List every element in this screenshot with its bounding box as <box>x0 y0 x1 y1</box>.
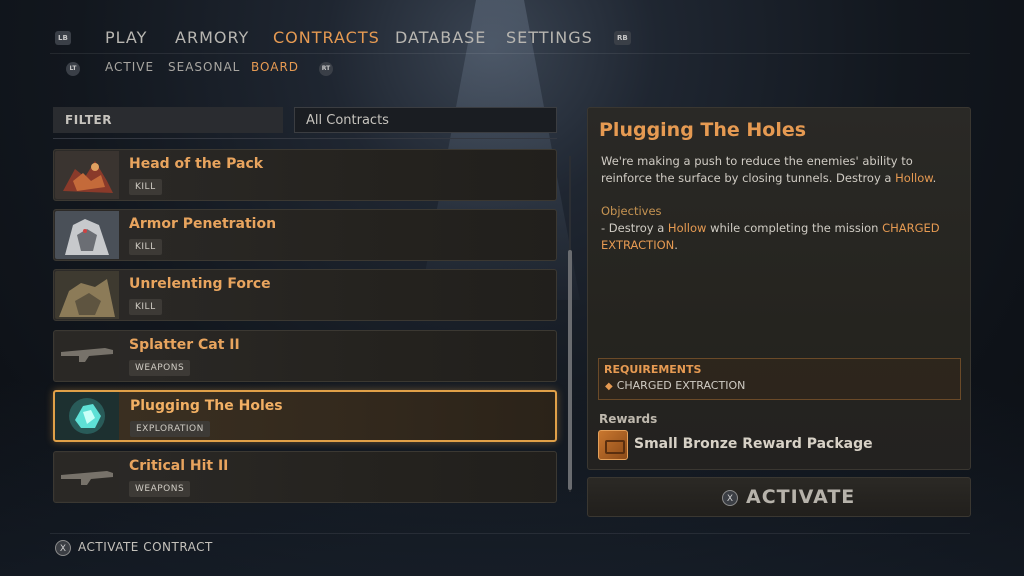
contract-row-splatter-cat-ii[interactable]: Splatter Cat II WEAPONS <box>53 330 557 382</box>
diamond-icon: ◆ <box>605 381 613 392</box>
sub-nav: LT ACTIVE SEASONAL BOARD RT <box>0 58 1024 78</box>
objective-text-end: . <box>674 238 678 252</box>
rt-trigger-icon[interactable]: RT <box>319 62 333 76</box>
x-button-icon: X <box>722 490 738 506</box>
contract-row-critical-hit-ii[interactable]: Critical Hit II WEAPONS <box>53 451 557 503</box>
contract-title: Armor Penetration <box>129 216 277 232</box>
subtab-seasonal[interactable]: SEASONAL <box>168 60 240 74</box>
requirement-label: CHARGED EXTRACTION <box>616 379 746 392</box>
lb-bumper-icon[interactable]: LB <box>55 31 71 45</box>
objectives-text: - Destroy a Hollow while completing the … <box>601 220 961 254</box>
contract-title: Critical Hit II <box>129 458 229 474</box>
rifle-thumbnail-icon <box>55 453 119 501</box>
tab-settings[interactable]: SETTINGS <box>506 28 593 47</box>
description-text-end: . <box>932 171 937 185</box>
objective-text: - Destroy a <box>601 221 668 235</box>
rewards-header: Rewards <box>599 412 658 426</box>
rb-bumper-icon[interactable]: RB <box>614 31 631 45</box>
details-title: Plugging The Holes <box>599 119 807 141</box>
requirements-box: REQUIREMENTS ◆ CHARGED EXTRACTION <box>598 358 961 400</box>
contract-title: Unrelenting Force <box>129 276 271 292</box>
tab-database[interactable]: DATABASE <box>395 28 486 47</box>
objectives-header: Objectives <box>601 204 662 218</box>
activate-button[interactable]: X ACTIVATE <box>587 477 971 517</box>
description-text: We're making a push to reduce the enemie… <box>601 154 913 185</box>
contract-row-unrelenting-force[interactable]: Unrelenting Force KILL <box>53 269 557 321</box>
nav-divider <box>50 53 970 54</box>
details-description: We're making a push to reduce the enemie… <box>601 153 961 187</box>
x-button-icon[interactable]: X <box>55 540 71 556</box>
reward-package-icon <box>598 430 628 460</box>
creature-thumbnail-icon <box>55 271 119 319</box>
contract-details-panel: Plugging The Holes We're making a push t… <box>587 107 971 470</box>
description-highlight: Hollow <box>895 171 933 185</box>
objective-highlight-target: Hollow <box>667 221 707 235</box>
tab-contracts[interactable]: CONTRACTS <box>273 28 380 47</box>
contract-title: Head of the Pack <box>129 156 264 172</box>
filter-dropdown[interactable]: All Contracts <box>294 107 557 133</box>
lt-trigger-icon[interactable]: LT <box>66 62 80 76</box>
activate-contract-hint[interactable]: ACTIVATE CONTRACT <box>78 540 213 554</box>
subtab-active[interactable]: ACTIVE <box>105 60 154 74</box>
activate-label: ACTIVATE <box>746 486 856 508</box>
contract-tag: KILL <box>129 299 162 315</box>
top-nav: LB PLAY ARMORY CONTRACTS DATABASE SETTIN… <box>0 24 1024 52</box>
creature-thumbnail-icon <box>55 211 119 259</box>
contract-tag: WEAPONS <box>129 481 191 497</box>
filter-divider <box>53 138 557 139</box>
requirements-header: REQUIREMENTS <box>604 363 702 376</box>
filter-label: FILTER <box>53 107 283 133</box>
tab-play[interactable]: PLAY <box>105 28 147 47</box>
contract-title: Splatter Cat II <box>129 337 240 353</box>
footer-divider <box>50 533 970 534</box>
subtab-board[interactable]: BOARD <box>251 60 299 74</box>
contract-tag: KILL <box>129 239 162 255</box>
reward-name: Small Bronze Reward Package <box>634 436 873 452</box>
contract-title: Plugging The Holes <box>130 398 283 414</box>
contract-row-armor-penetration[interactable]: Armor Penetration KILL <box>53 209 557 261</box>
crystal-thumbnail-icon <box>55 392 119 440</box>
creature-thumbnail-icon <box>55 151 119 199</box>
rifle-thumbnail-icon <box>55 332 119 380</box>
requirement-item: ◆ CHARGED EXTRACTION <box>605 379 745 392</box>
contract-tag: EXPLORATION <box>130 421 210 437</box>
list-scrollbar-thumb[interactable] <box>568 250 572 490</box>
tab-armory[interactable]: ARMORY <box>175 28 249 47</box>
contract-row-plugging-the-holes[interactable]: Plugging The Holes EXPLORATION <box>53 390 557 442</box>
contract-tag: KILL <box>129 179 162 195</box>
contract-tag: WEAPONS <box>129 360 191 376</box>
contract-row-head-of-the-pack[interactable]: Head of the Pack KILL <box>53 149 557 201</box>
objective-text-middle: while completing the mission <box>706 221 883 235</box>
